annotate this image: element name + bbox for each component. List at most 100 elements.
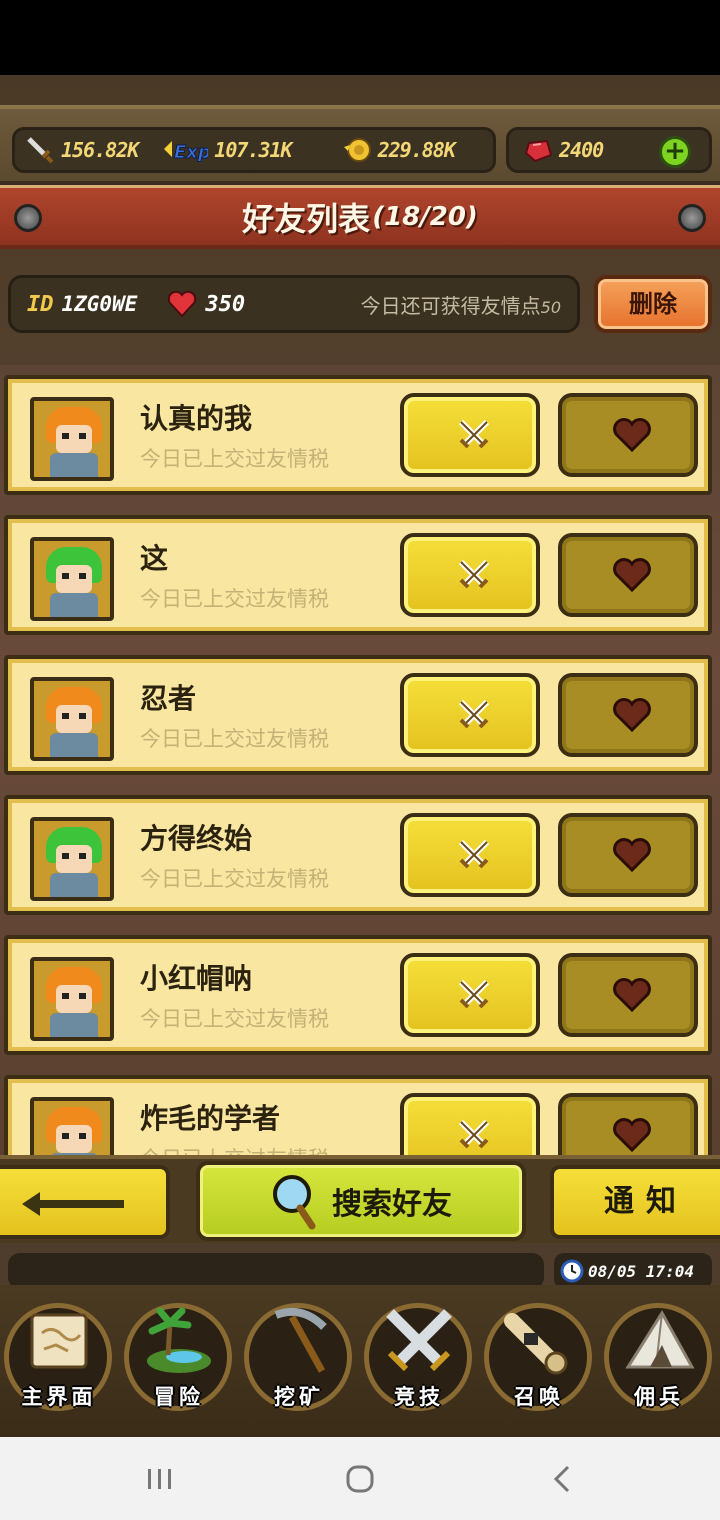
friend-row[interactable]: 认真的我 今日已上交过友情税 xyxy=(4,375,712,495)
send-heart-button[interactable] xyxy=(558,813,698,897)
rivet-icon xyxy=(14,204,42,232)
friend-row[interactable]: 这今日已上交过友情税 xyxy=(4,515,712,635)
profile-info-bar: ID 1ZG0WE 350 今日还可获得友情点50 xyxy=(8,275,580,333)
heart-icon xyxy=(167,290,197,318)
friend-row[interactable]: 忍者今日已上交过友情税 xyxy=(4,655,712,775)
send-heart-button[interactable] xyxy=(558,393,698,477)
nav-item[interactable]: 竞技 xyxy=(360,1297,478,1415)
friend-name: 小红帽呐 xyxy=(140,962,253,995)
nav-item[interactable]: 冒险 xyxy=(120,1297,238,1415)
page-title: 好友列表 xyxy=(242,199,371,238)
back-nav-button[interactable] xyxy=(544,1459,584,1499)
friendship-text: 今日还可获得友情点 xyxy=(360,293,541,318)
challenge-button[interactable] xyxy=(400,393,540,477)
friendship-remaining: 今日还可获得友情点50 xyxy=(361,290,561,319)
notify-button[interactable]: 通知 xyxy=(550,1165,720,1239)
friend-avatar[interactable] xyxy=(30,1097,114,1155)
crossed-swords-icon xyxy=(458,1119,490,1149)
message-bar xyxy=(8,1253,544,1289)
heart-icon xyxy=(613,418,651,453)
attack-resource: 156.82K xyxy=(25,135,139,165)
friend-name: 认真的我 xyxy=(140,402,253,435)
action-bar: 搜索好友 通知 xyxy=(0,1155,720,1243)
friend-row[interactable]: 炸毛的学者今日已上交过友情税 xyxy=(4,1075,712,1155)
nav-label: 冒险 xyxy=(154,1385,204,1409)
nav-label: 主界面 xyxy=(21,1385,97,1409)
friendship-points: 50 xyxy=(540,297,561,317)
magnifier-icon xyxy=(273,1175,316,1230)
resource-bar: 156.82K Exp 107.31K 229.88K 2400 + xyxy=(0,105,720,185)
clock-icon xyxy=(560,1259,584,1283)
add-gems-button[interactable]: + xyxy=(659,136,691,168)
friend-name: 忍者 xyxy=(140,682,197,715)
exp-value: 107.31K xyxy=(214,138,292,162)
date-time: 08/05 17:04 xyxy=(588,1261,694,1281)
system-nav-bar xyxy=(0,1437,720,1520)
search-friend-button[interactable]: 搜索好友 xyxy=(196,1161,526,1241)
home-button[interactable] xyxy=(340,1459,380,1499)
friend-avatar[interactable] xyxy=(30,677,114,761)
send-heart-button[interactable] xyxy=(558,673,698,757)
friend-avatar[interactable] xyxy=(30,817,114,901)
challenge-button[interactable] xyxy=(400,953,540,1037)
gold-resource: 229.88K xyxy=(342,135,456,165)
nav-label: 竞技 xyxy=(394,1385,444,1409)
home-icon xyxy=(346,1465,374,1493)
gem-resource: 2400 xyxy=(523,135,604,165)
exp-icon: Exp xyxy=(162,135,212,165)
crossed-swords-icon xyxy=(458,839,490,869)
delete-button[interactable]: 删除 xyxy=(594,275,712,333)
friend-status: 今日已上交过友情税 xyxy=(140,867,329,891)
challenge-button[interactable] xyxy=(400,1093,540,1155)
challenge-button[interactable] xyxy=(400,813,540,897)
friend-status: 今日已上交过友情税 xyxy=(140,1007,329,1031)
challenge-button[interactable] xyxy=(400,533,540,617)
nav-label: 召唤 xyxy=(514,1385,564,1409)
id-label: ID xyxy=(27,291,54,317)
arrow-left-icon xyxy=(22,1192,124,1216)
friend-row[interactable]: 方得终始 今日已上交过友情税 xyxy=(4,795,712,915)
nav-item[interactable]: 挖矿 xyxy=(240,1297,358,1415)
friend-avatar[interactable] xyxy=(30,537,114,621)
search-label: 搜索好友 xyxy=(332,1187,452,1222)
gold-value: 229.88K xyxy=(377,138,456,162)
clock-display: 08/05 17:04 xyxy=(554,1253,712,1289)
resource-pill-main: 156.82K Exp 107.31K 229.88K xyxy=(12,127,496,173)
back-button[interactable] xyxy=(0,1165,170,1239)
friend-avatar[interactable] xyxy=(30,397,114,481)
main-nav: 主界面 冒险 挖矿 竞技 召唤 佣兵 xyxy=(0,1285,720,1437)
title-banner: 好友列表 (18/20) xyxy=(0,185,720,249)
send-heart-button[interactable] xyxy=(558,1093,698,1155)
rivet-icon xyxy=(678,204,706,232)
nav-item[interactable]: 召唤 xyxy=(480,1297,598,1415)
friend-status: 今日已上交过友情税 xyxy=(140,1143,329,1155)
challenge-button[interactable] xyxy=(400,673,540,757)
crossed-swords-icon xyxy=(458,979,490,1009)
heart-icon xyxy=(613,1118,651,1153)
friend-status: 今日已上交过友情税 xyxy=(140,727,329,751)
back-chevron-icon xyxy=(553,1465,570,1493)
gold-coin-icon xyxy=(342,135,372,165)
send-heart-button[interactable] xyxy=(558,953,698,1037)
send-heart-button[interactable] xyxy=(558,533,698,617)
heart-icon xyxy=(613,558,651,593)
heart-icon xyxy=(613,978,651,1013)
nav-item[interactable]: 主界面 xyxy=(0,1297,118,1415)
friend-list[interactable]: 认真的我 今日已上交过友情税这今日已上交过友情税 忍者 今日已上交过友情税 方得终始 今日… xyxy=(0,365,720,1155)
heart-icon xyxy=(613,838,651,873)
friend-status: 今日已上交过友情税 xyxy=(140,587,329,611)
recent-apps-icon xyxy=(148,1469,171,1489)
nav-item[interactable]: 佣兵 xyxy=(600,1297,718,1415)
nav-label: 佣兵 xyxy=(634,1385,684,1409)
nav-label: 挖矿 xyxy=(274,1385,324,1409)
player-id: 1ZG0WE xyxy=(61,292,138,316)
friend-row[interactable]: 小红帽呐今日已上交过友情税 xyxy=(4,935,712,1055)
recent-apps-button[interactable] xyxy=(140,1459,180,1499)
friend-name: 这 xyxy=(140,542,169,575)
resource-pill-gems: 2400 + xyxy=(506,127,712,173)
friend-count: (18/20) xyxy=(372,201,478,232)
crossed-swords-icon xyxy=(458,559,490,589)
crossed-swords-icon xyxy=(458,419,490,449)
crossed-swords-icon xyxy=(458,699,490,729)
friend-avatar[interactable] xyxy=(30,957,114,1041)
